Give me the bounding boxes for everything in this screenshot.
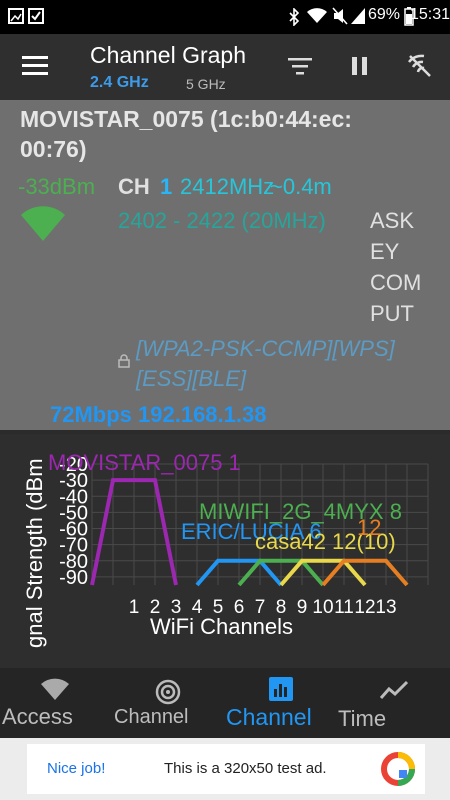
security-capabilities-1: [WPA2-PSK-CCMP][WPS] <box>136 336 395 361</box>
vendor-line-3: COM <box>370 270 422 295</box>
test-ad[interactable]: Nice job! This is a 320x50 test ad. <box>27 744 425 794</box>
channel-label: CH <box>118 174 150 199</box>
nav-item-channel-graph[interactable]: Channel <box>224 668 336 738</box>
battery-percent: 69% <box>368 6 401 23</box>
bar-chart-icon <box>268 676 294 707</box>
ad-banner[interactable]: Nice job! This is a 320x50 test ad. <box>0 738 450 800</box>
pause-icon[interactable] <box>351 56 369 81</box>
network-ssid-line1: MOVISTAR_0075 (1c:b0:44:ec: <box>20 106 352 132</box>
nav-label-channel-graph: Channel <box>226 704 312 730</box>
vendor-line-4: PUT <box>370 301 414 326</box>
mute-icon <box>332 7 348 30</box>
signal-level: -33dBm <box>18 174 96 199</box>
ad-nice-job: Nice job! <box>47 760 106 777</box>
x-tick-label: 10 <box>312 597 333 618</box>
frequency: 2412MHz <box>180 174 275 199</box>
series-label: 12 <box>357 515 381 540</box>
filter-icon[interactable] <box>288 58 312 81</box>
nav-item-time-graph[interactable]: Time <box>336 668 450 738</box>
frequency-range: 2402 - 2422 (20MHz) <box>118 208 326 233</box>
nav-item-access[interactable]: Access <box>0 668 112 738</box>
x-tick-label: 12 <box>354 597 375 618</box>
nav-label-channel-rating: Channel <box>114 706 189 728</box>
bluetooth-icon <box>288 7 300 31</box>
lock-icon <box>118 354 130 373</box>
network-ssid-line2: 00:76) <box>20 136 87 162</box>
clock: 15:31 <box>410 6 450 23</box>
security-capabilities-2: [ESS][BLE] <box>136 366 247 391</box>
x-axis-label: WiFi Channels <box>150 614 294 639</box>
wifi-status-icon <box>306 6 328 29</box>
timeline-icon <box>379 680 409 705</box>
gallery-icon <box>8 8 24 29</box>
x-tick-label: 11 <box>334 597 354 618</box>
channel-number: 1 <box>160 174 173 199</box>
status-bar: 69% 15:31 <box>0 0 450 34</box>
wifi-strength-icon <box>20 206 66 247</box>
speed-and-ip: 72Mbps 192.168.1.38 <box>50 402 267 427</box>
selected-network-detail[interactable]: MOVISTAR_0075 (1c:b0:44:ec: 00:76) -33dB… <box>0 100 450 430</box>
wifi-icon <box>40 678 70 705</box>
page-title: Channel Graph <box>90 42 246 68</box>
x-tick-label: 9 <box>297 597 308 618</box>
checkbox-notification-icon <box>28 8 44 29</box>
vendor-line-2: EY <box>370 239 400 264</box>
nav-item-channel-rating[interactable]: Channel <box>112 668 224 738</box>
menu-icon[interactable] <box>22 56 48 81</box>
channel-graph[interactable]: -20 -30 -40 -50 -60 -70 -80 -90 1 2 3 4 5 6 7 8 9 10 11 12 1… <box>0 434 450 668</box>
signal-icon <box>350 7 366 30</box>
x-tick-label: 1 <box>129 597 140 618</box>
nav-label-time: Time <box>338 706 387 731</box>
ad-text: This is a 320x50 test ad. <box>164 760 327 777</box>
vendor-line-1: ASK <box>370 208 415 233</box>
app-bar: Channel Graph 2.4 GHz 5 GHz <box>0 34 450 100</box>
tab-2-4ghz[interactable]: 2.4 GHz <box>90 74 149 92</box>
wifi-scan-toggle-icon[interactable] <box>406 52 434 85</box>
y-tick-label: -90 <box>59 567 88 589</box>
x-tick-label: 13 <box>375 597 396 618</box>
series-label: MOVISTAR_0075 1 <box>48 450 241 475</box>
bottom-navigation: Access Channel Channel Time <box>0 668 450 738</box>
y-axis-label: gnal Strength (dBm <box>22 458 47 648</box>
ad-logo-icon[interactable] <box>379 750 417 793</box>
distance: ~0.4m <box>270 174 332 199</box>
tab-5ghz[interactable]: 5 GHz <box>186 76 226 92</box>
nav-label-access: Access <box>2 704 73 729</box>
